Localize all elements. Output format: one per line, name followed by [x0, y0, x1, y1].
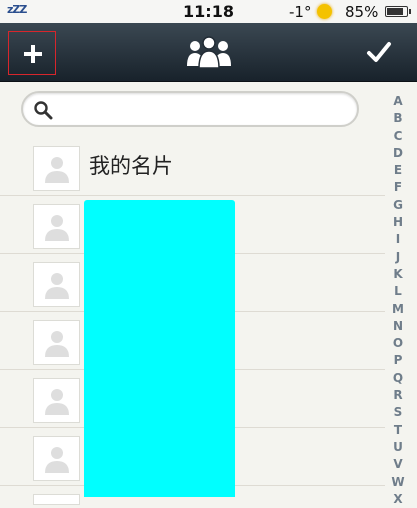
index-letter-i[interactable]: I — [389, 231, 407, 248]
index-letter-r[interactable]: R — [389, 387, 407, 404]
search-icon — [34, 101, 53, 120]
index-letter-a[interactable]: A — [389, 93, 407, 110]
avatar-placeholder-icon — [33, 378, 80, 423]
avatar-placeholder-icon — [33, 146, 80, 191]
index-letter-e[interactable]: E — [389, 162, 407, 179]
index-letter-c[interactable]: C — [389, 128, 407, 145]
add-contact-button[interactable] — [8, 31, 56, 75]
avatar-placeholder-icon — [33, 436, 80, 481]
index-letter-s[interactable]: S — [389, 404, 407, 421]
index-letter-d[interactable]: D — [389, 145, 407, 162]
nav-bar — [0, 23, 417, 82]
avatar-placeholder-icon — [33, 262, 80, 307]
status-bar: zZZ 11:18 -1° 85% — [0, 0, 417, 23]
contact-row[interactable]: 我的名片 — [0, 138, 385, 196]
index-letter-g[interactable]: G — [389, 197, 407, 214]
sun-icon — [317, 4, 332, 19]
avatar-placeholder-icon — [33, 204, 80, 249]
index-letter-w[interactable]: W — [389, 474, 407, 491]
avatar-placeholder-icon — [33, 320, 80, 365]
index-letter-b[interactable]: B — [389, 110, 407, 127]
search-bar[interactable] — [21, 91, 359, 127]
index-letter-l[interactable]: L — [389, 283, 407, 300]
avatar-placeholder-icon — [33, 494, 80, 505]
index-letter-j[interactable]: J — [389, 249, 407, 266]
search-input[interactable] — [59, 97, 353, 123]
contact-name: 我的名片 — [89, 154, 173, 178]
index-letter-p[interactable]: P — [389, 352, 407, 369]
alphabet-index[interactable]: ABCDEFGHIJKLMNOPQRSTUVWX — [389, 93, 407, 508]
index-letter-f[interactable]: F — [389, 179, 407, 196]
index-letter-m[interactable]: M — [389, 301, 407, 318]
index-letter-h[interactable]: H — [389, 214, 407, 231]
index-letter-q[interactable]: Q — [389, 370, 407, 387]
redaction-block — [84, 200, 235, 497]
index-letter-n[interactable]: N — [389, 318, 407, 335]
battery-icon — [385, 6, 411, 17]
group-icon[interactable] — [186, 36, 232, 70]
index-letter-x[interactable]: X — [389, 491, 407, 508]
index-letter-u[interactable]: U — [389, 439, 407, 456]
temperature: -1° — [289, 3, 312, 21]
index-letter-t[interactable]: T — [389, 422, 407, 439]
checkmark-icon[interactable] — [366, 39, 392, 65]
battery-percent: 85% — [345, 3, 379, 21]
index-letter-v[interactable]: V — [389, 456, 407, 473]
index-letter-k[interactable]: K — [389, 266, 407, 283]
index-letter-o[interactable]: O — [389, 335, 407, 352]
